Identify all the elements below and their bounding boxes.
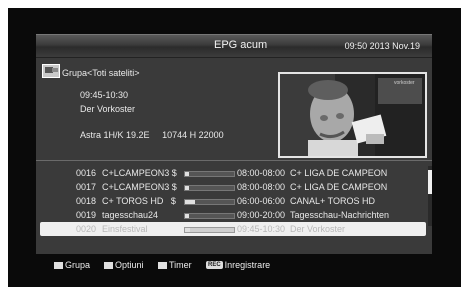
color-key-icon — [54, 261, 63, 269]
channel-name: C+LCAMPEON3 $ — [102, 182, 177, 192]
channel-number: 0017 — [76, 182, 97, 192]
program-time: 08:00-08:00 — [237, 168, 286, 178]
progress-bar — [184, 171, 235, 177]
progress-bar — [184, 185, 235, 191]
group-label[interactable]: Grupa<Toti sateliti> — [62, 68, 140, 78]
program-title: C+ LIGA DE CAMPEON — [290, 182, 388, 192]
epg-title-bar: EPG acum 09:50 2013 Nov.19 — [36, 34, 432, 58]
channel-row[interactable]: 0017 C+LCAMPEON3 $ 08:00-08:00 C+ LIGA D… — [40, 180, 426, 194]
program-title: CANAL+ TOROS HD — [290, 196, 375, 206]
program-title: C+ LIGA DE CAMPEON — [290, 168, 388, 178]
event-name: Der Vorkoster — [80, 104, 136, 114]
timer-button[interactable]: Timer — [158, 260, 192, 270]
channel-list-scrollbar[interactable] — [428, 166, 432, 226]
tv-group-icon — [42, 64, 60, 78]
channel-name: C+ TOROS HD $ — [102, 196, 176, 206]
channel-number: 0019 — [76, 210, 97, 220]
progress-bar — [184, 199, 235, 205]
program-time: 08:00-08:00 — [237, 182, 286, 192]
video-preview: vorkoster — [278, 72, 427, 158]
event-time: 09:45-10:30 — [80, 90, 129, 100]
channel-number: 0016 — [76, 168, 97, 178]
program-time: 06:00-06:00 — [237, 196, 286, 206]
grupa-label: Grupa — [65, 260, 91, 270]
channel-name: C+LCAMPEON3 $ — [102, 168, 177, 178]
optiuni-label: Optiuni — [115, 260, 144, 270]
channel-row[interactable]: 0016 C+LCAMPEON3 $ 08:00-08:00 C+ LIGA D… — [40, 166, 426, 180]
clock: 09:50 2013 Nov.19 — [344, 41, 420, 51]
preview-watermark: vorkoster — [394, 80, 415, 86]
progress-bar — [184, 213, 235, 219]
color-key-icon — [104, 261, 113, 269]
channel-row[interactable]: 0018 C+ TOROS HD $ 06:00-06:00 CANAL+ TO… — [40, 194, 426, 208]
progress-bar — [184, 227, 235, 233]
satellite-info: Astra 1H/K 19.2E 10744 H 22000 — [80, 130, 224, 140]
scroll-thumb[interactable] — [428, 170, 432, 194]
preview-image: vorkoster — [280, 74, 425, 156]
channel-name: Einsfestival — [102, 224, 148, 234]
grupa-button[interactable]: Grupa — [54, 260, 90, 270]
channel-name: tagesschau24 — [102, 210, 159, 220]
channel-row-selected[interactable]: 0020 Einsfestival 09:45-10:30 Der Vorkos… — [40, 222, 426, 236]
program-title: Der Vorkoster — [290, 224, 346, 234]
channel-number: 0018 — [76, 196, 97, 206]
record-label: Inregistrare — [224, 260, 271, 270]
channel-number: 0020 — [76, 224, 97, 234]
footer-bar: Grupa Optiuni Timer REC Inregistrare — [36, 258, 432, 272]
timer-label: Timer — [169, 260, 192, 270]
rec-key-icon: REC — [206, 261, 223, 269]
record-button[interactable]: REC Inregistrare — [206, 260, 270, 270]
program-title: Tagesschau-Nachrichten — [290, 210, 390, 220]
channel-row[interactable]: 0019 tagesschau24 09:00-20:00 Tagesschau… — [40, 208, 426, 222]
program-time: 09:00-20:00 — [237, 210, 286, 220]
program-time: 09:45-10:30 — [237, 224, 286, 234]
optiuni-button[interactable]: Optiuni — [104, 260, 144, 270]
color-key-icon — [158, 261, 167, 269]
transponder-info: 10744 H 22000 — [162, 130, 224, 140]
satellite-name: Astra 1H/K 19.2E — [80, 130, 150, 140]
separator — [36, 160, 432, 161]
window-title: EPG acum — [214, 39, 268, 51]
